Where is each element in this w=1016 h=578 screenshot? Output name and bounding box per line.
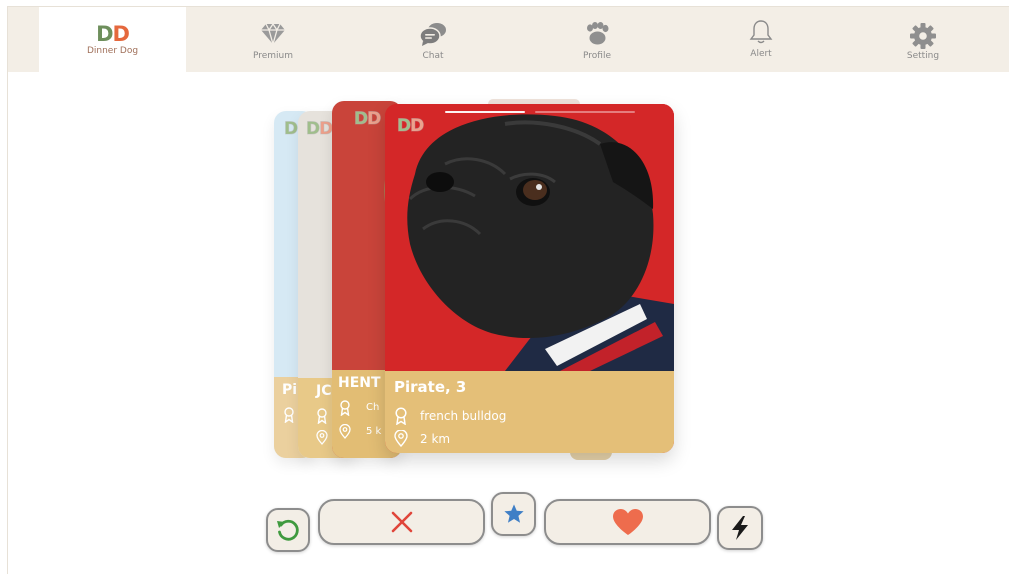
heart-icon (612, 509, 643, 535)
pet-photo (385, 104, 674, 371)
rewind-icon (277, 519, 299, 541)
diamond-icon (260, 21, 286, 47)
super-like-button[interactable] (491, 492, 536, 536)
stack-card-2-name: HENT (338, 375, 381, 391)
nav-home-logo[interactable]: DD Dinner Dog (39, 7, 186, 72)
nav-item-profile[interactable]: Profile (562, 7, 632, 72)
boost-button[interactable] (717, 506, 763, 550)
pet-breed-row: french bulldog (394, 407, 506, 425)
nav-label-chat: Chat (422, 51, 444, 61)
star-icon (503, 504, 524, 523)
app-logo-mark: DD (96, 22, 130, 46)
paw-icon (584, 21, 610, 47)
pet-breed: french bulldog (420, 409, 507, 423)
card-logo: DD (305, 119, 333, 140)
top-navigation: DD Dinner Dog Premium Chat Profile Alert… (8, 7, 1009, 72)
app-logo-subtitle: Dinner Dog (86, 46, 139, 56)
card-logo: D (283, 119, 298, 140)
nav-item-alert[interactable]: Alert (726, 7, 796, 72)
nope-button[interactable] (318, 499, 485, 545)
profile-card-info: Pirate, 3 french bulldog 2 km (385, 371, 674, 453)
pet-distance: 2 km (420, 431, 451, 446)
photo-progress-current (445, 111, 525, 113)
nav-item-setting[interactable]: Setting (888, 7, 958, 72)
card-logo: DD (396, 116, 424, 137)
rewind-button[interactable] (266, 508, 310, 552)
location-pin-icon (339, 424, 351, 439)
chat-bubbles-icon (419, 21, 447, 47)
location-pin-icon (394, 430, 408, 447)
stack-card-2-distance: 5 k (366, 426, 382, 437)
close-icon (391, 511, 412, 533)
gear-icon (910, 23, 936, 49)
bell-icon (749, 19, 773, 45)
stack-card-3-name: JC (316, 383, 332, 399)
nav-label-profile: Profile (583, 51, 611, 61)
location-pin-icon (316, 430, 328, 445)
nav-label-alert: Alert (750, 49, 772, 59)
profile-card-main[interactable]: DD Pirate, 3 french bulldog 2 km (385, 104, 674, 453)
award-icon (317, 408, 327, 424)
award-icon (340, 400, 350, 416)
frame-left-edge (7, 6, 8, 574)
lightning-icon (732, 516, 748, 540)
award-icon (395, 407, 407, 425)
pet-distance-row: 2 km (394, 430, 450, 447)
nav-label-setting: Setting (906, 51, 940, 61)
nav-item-premium[interactable]: Premium (238, 7, 308, 72)
nav-item-chat[interactable]: Chat (398, 7, 468, 72)
award-icon (284, 407, 294, 423)
card-logo: DD (353, 109, 381, 130)
nav-label-premium: Premium (252, 51, 294, 61)
photo-progress-next (535, 111, 635, 113)
like-button[interactable] (544, 499, 711, 545)
pet-name-age: Pirate, 3 (394, 378, 467, 396)
stack-card-2-breed: Ch (366, 402, 380, 413)
